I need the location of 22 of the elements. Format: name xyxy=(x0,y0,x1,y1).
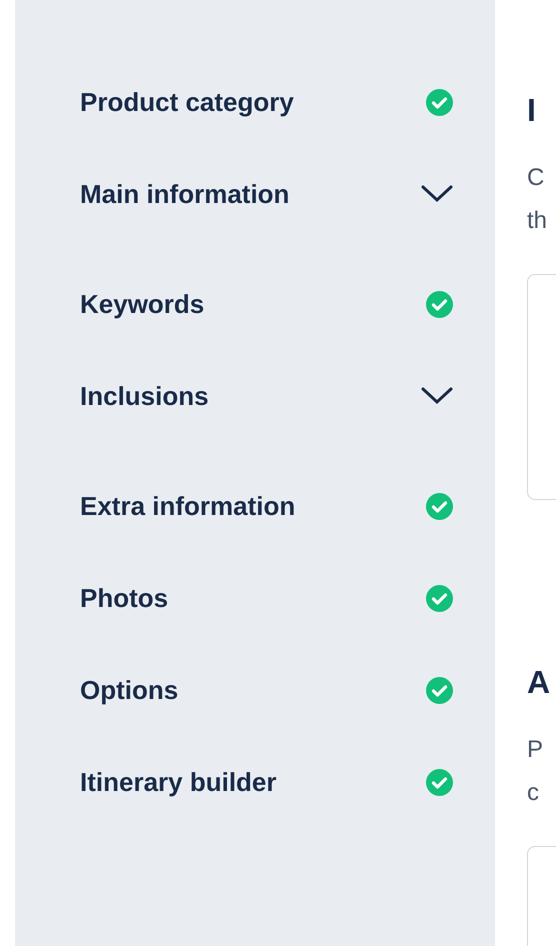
check-icon xyxy=(426,88,453,116)
check-icon xyxy=(426,584,453,612)
sidebar-item[interactable]: Extra information xyxy=(80,486,296,526)
section-description: th xyxy=(527,206,548,236)
sidebar-item[interactable]: Options xyxy=(80,670,178,710)
sidebar-item[interactable]: Itinerary builder xyxy=(80,762,276,802)
section-description: c xyxy=(527,778,540,808)
sidebar-item[interactable]: Product category xyxy=(80,82,294,122)
chevron-icon[interactable] xyxy=(421,387,453,405)
check-icon xyxy=(426,290,453,318)
check-icon xyxy=(426,492,453,520)
check-icon xyxy=(426,768,453,796)
section-description: P xyxy=(527,735,544,765)
chevron-icon[interactable] xyxy=(421,185,453,203)
section-description: C xyxy=(527,163,546,193)
section-heading: I xyxy=(527,91,537,130)
sidebar-item[interactable]: Inclusions xyxy=(80,376,209,416)
sidebar-item[interactable]: Photos xyxy=(80,578,168,618)
sidebar-item[interactable]: Main information xyxy=(80,174,290,214)
section-heading: A xyxy=(527,663,552,702)
check-icon xyxy=(426,676,453,704)
sidebar-item[interactable]: Keywords xyxy=(80,284,204,324)
